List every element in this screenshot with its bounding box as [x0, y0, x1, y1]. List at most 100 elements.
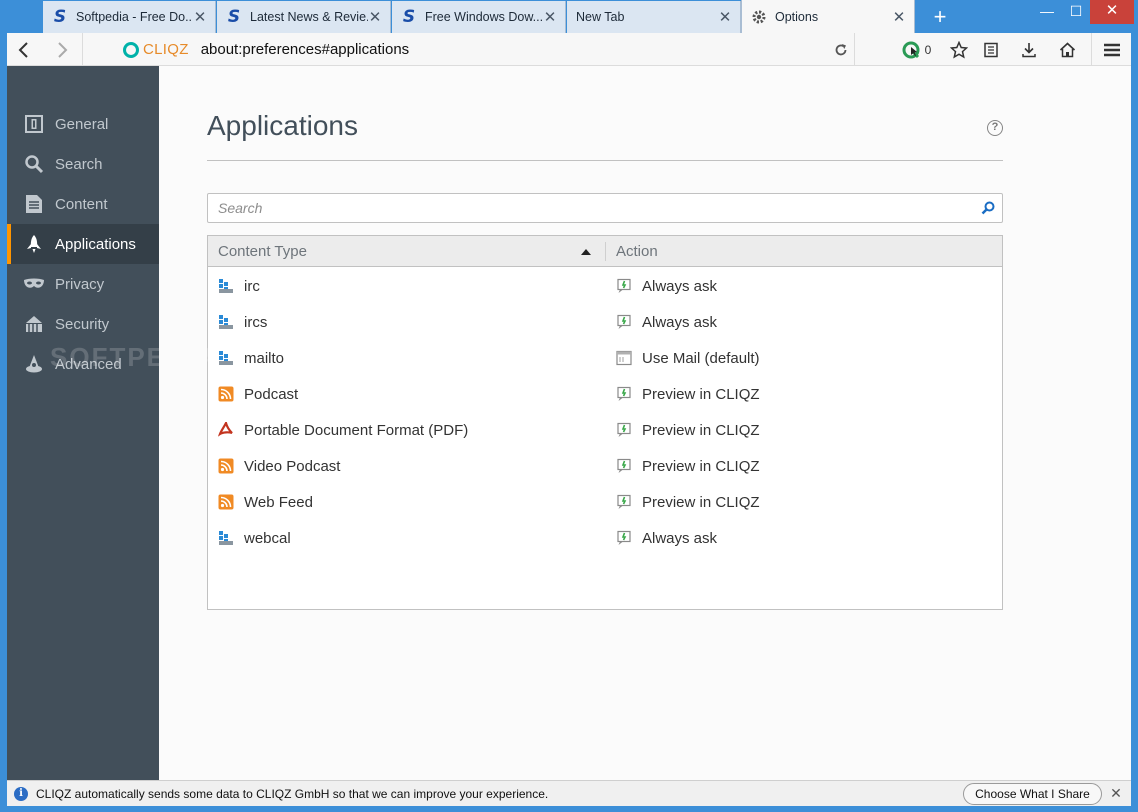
tab-softpedia-1[interactable]: S Softpedia - Free Do... ✕: [43, 1, 216, 33]
sidebar-item-content[interactable]: Content: [7, 184, 159, 224]
back-button[interactable]: [7, 33, 41, 66]
sidebar-item-advanced[interactable]: Advanced: [7, 344, 159, 384]
search-icon: [23, 153, 45, 175]
sidebar-item-general[interactable]: General: [7, 104, 159, 144]
content-type-label: irc: [244, 277, 260, 295]
url-text[interactable]: about:preferences#applications: [201, 41, 409, 58]
action-cell[interactable]: Always ask: [616, 268, 717, 304]
table-row[interactable]: Web Feed Preview in CLIQZ: [208, 484, 1002, 520]
content-type-label: Web Feed: [244, 493, 313, 511]
tab-strip: S Softpedia - Free Do... ✕ S Latest News…: [7, 0, 1131, 33]
protocol-icon: [218, 278, 234, 294]
action-cell[interactable]: Preview in CLIQZ: [616, 448, 760, 484]
security-icon: [23, 313, 45, 335]
reading-list-button[interactable]: [977, 33, 1005, 66]
action-cell[interactable]: Preview in CLIQZ: [616, 376, 760, 412]
action-label: Preview in CLIQZ: [642, 457, 760, 475]
sidebar-item-search[interactable]: Search: [7, 144, 159, 184]
maximize-button[interactable]: ☐: [1062, 0, 1090, 24]
column-divider[interactable]: [605, 242, 606, 261]
protocol-icon: [218, 350, 234, 366]
softpedia-icon: S: [53, 7, 67, 27]
forward-button[interactable]: [45, 33, 79, 66]
close-icon[interactable]: ✕: [718, 8, 732, 26]
applications-table: Content Type Action irc Always ask ircs Alw…: [207, 235, 1003, 610]
action-cell[interactable]: Preview in CLIQZ: [616, 484, 760, 520]
feed-icon: [218, 494, 234, 510]
help-icon[interactable]: ?: [987, 120, 1003, 136]
table-row[interactable]: ircs Always ask: [208, 304, 1002, 340]
reload-button[interactable]: [828, 33, 854, 66]
protocol-icon: [218, 314, 234, 330]
table-row[interactable]: webcal Always ask: [208, 520, 1002, 556]
new-tab-button[interactable]: +: [925, 4, 955, 30]
sidebar-item-label: Security: [55, 315, 110, 333]
table-row[interactable]: Podcast Preview in CLIQZ: [208, 376, 1002, 412]
feed-icon: [218, 386, 234, 402]
sidebar-item-security[interactable]: Security: [7, 304, 159, 344]
info-icon: i: [14, 786, 28, 801]
bookmark-button[interactable]: [945, 33, 973, 66]
cliqz-tracker-button[interactable]: 0: [895, 33, 937, 66]
reading-list-icon: [984, 42, 998, 57]
content-type-cell: Video Podcast: [218, 448, 340, 484]
content-type-label: Video Podcast: [244, 457, 341, 475]
search-input[interactable]: [218, 200, 974, 216]
downloads-button[interactable]: [1015, 33, 1043, 66]
column-header-action[interactable]: Action: [616, 236, 996, 267]
general-icon: [23, 113, 45, 135]
table-row[interactable]: mailto Use Mail (default): [208, 340, 1002, 376]
table-row[interactable]: irc Always ask: [208, 268, 1002, 304]
reload-icon: [835, 43, 847, 55]
divider: [82, 33, 83, 66]
tab-title: Softpedia - Free Do...: [76, 10, 193, 24]
action-label: Always ask: [642, 529, 718, 547]
tab-softpedia-2[interactable]: S Latest News & Revie... ✕: [217, 1, 391, 33]
table-row[interactable]: Video Podcast Preview in CLIQZ: [208, 448, 1002, 484]
notification-bar: i CLIQZ automatically sends some data to…: [7, 780, 1131, 806]
content-type-label: webcal: [244, 529, 291, 547]
close-icon[interactable]: ✕: [193, 8, 207, 26]
tab-new-tab[interactable]: New Tab ✕: [567, 1, 741, 33]
app-icon: [616, 350, 632, 366]
tab-softpedia-3[interactable]: S Free Windows Dow... ✕: [392, 1, 566, 33]
ask-icon: [616, 422, 632, 438]
choose-what-i-share-button[interactable]: Choose What I Share: [963, 783, 1102, 805]
hamburger-menu-icon: [1104, 43, 1120, 56]
sidebar-item-label: Applications: [55, 235, 136, 253]
url-bar[interactable]: CLIQZ about:preferences#applications: [119, 33, 854, 66]
close-icon[interactable]: ✕: [543, 8, 557, 26]
wizard-icon: [23, 353, 45, 375]
sidebar-item-privacy[interactable]: Privacy: [7, 264, 159, 304]
close-icon[interactable]: ✕: [1107, 784, 1125, 802]
table-header: Content Type Action: [208, 236, 1002, 267]
close-icon[interactable]: ✕: [368, 8, 382, 26]
sidebar-item-applications[interactable]: Applications: [7, 224, 159, 264]
tab-options[interactable]: Options ✕: [741, 0, 915, 33]
ask-icon: [616, 530, 632, 546]
content-type-label: ircs: [244, 313, 268, 331]
content-type-cell: ircs: [218, 304, 267, 340]
content-type-cell: Portable Document Format (PDF): [218, 412, 468, 448]
content-type-cell: mailto: [218, 340, 284, 376]
sidebar-item-label: Search: [55, 155, 103, 173]
action-cell[interactable]: Always ask: [616, 304, 717, 340]
notification-message: CLIQZ automatically sends some data to C…: [36, 786, 549, 801]
action-cell[interactable]: Preview in CLIQZ: [616, 412, 760, 448]
preferences-content: Applications ? Content Type Action irc Al…: [159, 66, 1131, 780]
action-cell[interactable]: Always ask: [616, 520, 717, 556]
close-window-button[interactable]: ✕: [1090, 0, 1134, 24]
tab-title: Free Windows Dow...: [425, 10, 543, 24]
action-cell[interactable]: Use Mail (default): [616, 340, 760, 376]
table-row[interactable]: Portable Document Format (PDF) Preview in…: [208, 412, 1002, 448]
home-button[interactable]: [1053, 33, 1081, 66]
search-icon[interactable]: [974, 194, 1002, 222]
column-header-content-type[interactable]: Content Type: [218, 236, 598, 267]
action-label: Preview in CLIQZ: [642, 421, 760, 439]
preferences-sidebar: General Search Content Applications Priv…: [7, 66, 159, 780]
ask-icon: [616, 314, 632, 330]
minimize-button[interactable]: —: [1032, 0, 1062, 24]
tab-title: New Tab: [576, 10, 625, 24]
menu-button[interactable]: [1099, 33, 1125, 66]
close-icon[interactable]: ✕: [892, 8, 906, 26]
